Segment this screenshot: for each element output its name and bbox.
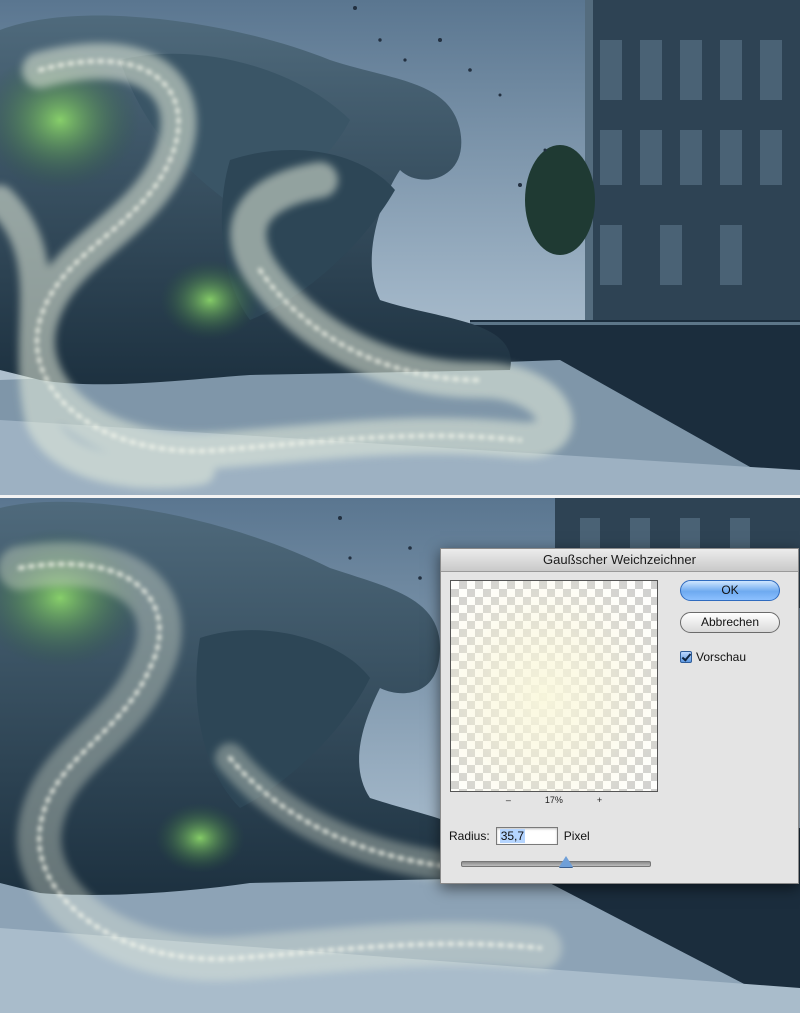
radius-slider-track[interactable] xyxy=(461,861,651,867)
checkmark-icon[interactable] xyxy=(680,651,692,663)
zoom-out-button[interactable]: – xyxy=(506,795,511,805)
slider-thumb-icon[interactable] xyxy=(558,856,573,867)
zoom-level: 17% xyxy=(544,795,563,805)
preview-checkbox-row[interactable]: Vorschau xyxy=(680,650,746,664)
preview-blur-glow xyxy=(451,581,657,791)
radius-row: Radius: 35,7 Pixel xyxy=(449,825,590,847)
gaussian-blur-dialog: Gaußscher Weichzeichner – 17% + Radius: … xyxy=(440,548,799,884)
radius-label: Radius: xyxy=(449,829,490,843)
zoom-controls: – 17% + xyxy=(450,795,658,805)
cancel-button[interactable]: Abbrechen xyxy=(680,612,780,633)
preview-canvas[interactable] xyxy=(450,580,658,792)
ok-button[interactable]: OK xyxy=(680,580,780,601)
statue-scene-top xyxy=(0,0,800,495)
top-photo-panel xyxy=(0,0,800,495)
zoom-in-button[interactable]: + xyxy=(597,795,602,805)
radius-input[interactable]: 35,7 xyxy=(495,827,558,845)
radius-value: 35,7 xyxy=(499,829,526,843)
radius-unit-label: Pixel xyxy=(563,829,590,843)
dialog-title[interactable]: Gaußscher Weichzeichner xyxy=(441,549,798,572)
preview-checkbox-label: Vorschau xyxy=(696,650,747,664)
